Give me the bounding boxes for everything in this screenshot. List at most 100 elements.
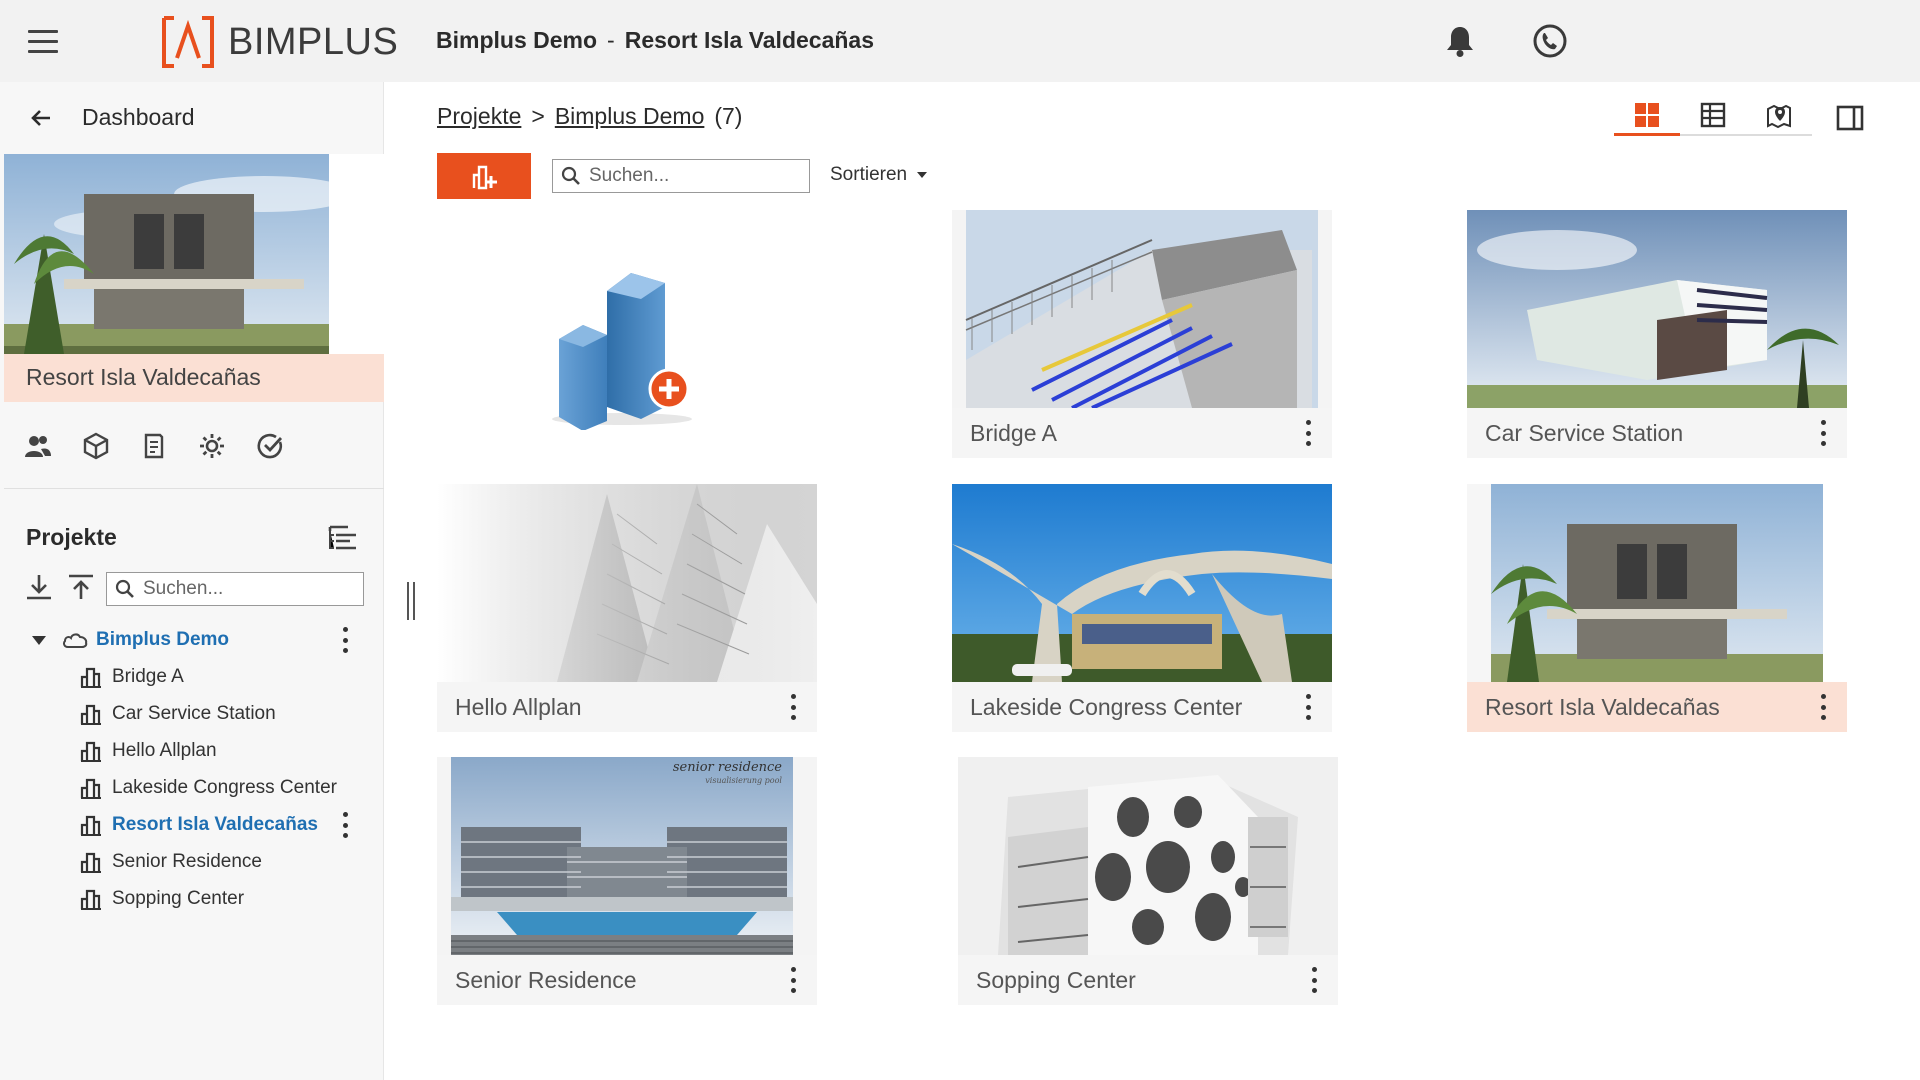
projects-heading: Projekte [26,524,117,550]
map-view-button[interactable] [1746,96,1812,136]
thumb-caption: senior residence [673,760,782,775]
tree-item-label: Resort Isla Valdecañas [112,813,318,835]
card-menu-icon[interactable] [789,694,797,720]
new-project-illustration [552,273,692,430]
project-card[interactable]: Hello Allplan [437,484,817,732]
project-card[interactable]: Sopping Center [958,757,1338,1005]
tree-item[interactable]: Lakeside Congress Center [0,769,384,806]
expand-all-icon[interactable] [24,572,54,602]
model-cube-icon[interactable] [82,432,110,460]
tree-item[interactable]: Resort Isla Valdecañas [0,806,384,843]
card-menu-icon[interactable] [1310,967,1318,993]
collapse-all-icon[interactable] [66,572,96,602]
search-icon [561,166,580,185]
table-view-icon [1700,102,1726,128]
tree-item[interactable]: Senior Residence [0,843,384,880]
card-menu-icon[interactable] [1819,420,1827,446]
bell-icon[interactable] [1444,24,1476,58]
arrow-left-icon [31,109,50,126]
sidebar-divider [4,488,384,489]
project-thumbnail [437,484,817,682]
phone-icon[interactable] [1532,23,1568,59]
building-icon [80,778,101,799]
tree-root-menu-icon[interactable] [341,627,349,653]
team-icon[interactable] [24,432,52,460]
project-card-title: Senior Residence [455,967,637,993]
header-subtitle: Resort Isla Valdecañas [624,27,875,53]
grid-view-button[interactable] [1614,96,1680,136]
card-menu-icon[interactable] [1819,694,1827,720]
current-project-name: Resort Isla Valdecañas [4,354,384,402]
top-bar: BIMPLUS Bimplus Demo - Resort Isla Valdeca… [0,0,1920,82]
project-card[interactable]: Bridge A [952,210,1332,458]
project-thumbnail [952,484,1332,682]
breadcrumb-current-link[interactable]: Bimplus Demo [555,103,705,130]
project-card[interactable]: senior residence visualisierung pool Sen… [437,757,817,1005]
project-thumbnail [952,210,1332,408]
project-card-caption: Sopping Center [958,955,1338,1005]
header-title: Bimplus Demo - Resort Isla Valdecañas [436,27,874,54]
add-project-button[interactable] [437,153,531,199]
tree-item[interactable]: Sopping Center [0,880,384,917]
card-menu-icon[interactable] [1304,420,1312,446]
project-card-title: Car Service Station [1485,420,1684,446]
tree-item-menu-icon[interactable] [341,812,349,838]
new-project-tile[interactable] [437,210,817,458]
menu-icon[interactable] [28,30,58,54]
tree-item[interactable]: Hello Allplan [0,732,384,769]
grid-view-icon [1635,102,1659,127]
back-label: Dashboard [82,104,195,130]
caret-down-icon[interactable] [32,635,46,645]
tree-item-label: Lakeside Congress Center [112,776,337,798]
sidebar-search-input[interactable] [143,578,353,600]
settings-gear-icon[interactable] [198,432,226,460]
bimplus-logo[interactable]: BIMPLUS [160,14,398,70]
table-view-button[interactable] [1680,96,1746,136]
project-thumbnail [1467,484,1847,682]
building-icon [80,815,101,836]
add-building-icon [472,165,497,190]
project-card-caption: Lakeside Congress Center [952,682,1332,732]
project-thumbnail: senior residence visualisierung pool [437,757,817,955]
cloud-icon [63,633,88,648]
tree-item[interactable]: Bridge A [0,658,384,695]
tree-root-bimplus-demo[interactable]: Bimplus Demo [0,622,384,658]
map-pin-icon [1767,104,1791,129]
breadcrumb-projects-link[interactable]: Projekte [437,103,521,130]
tree-item[interactable]: Car Service Station [0,695,384,732]
project-card[interactable]: Lakeside Congress Center [952,484,1332,732]
project-card-caption: Senior Residence [437,955,817,1005]
project-card-title: Hello Allplan [455,694,582,720]
building-icon [80,741,101,762]
thumb-subcaption: visualisierung pool [705,776,782,785]
sort-dropdown[interactable]: Sortieren [830,164,928,186]
project-thumbnail [958,757,1338,955]
project-thumbnail [1467,210,1847,408]
card-menu-icon[interactable] [789,967,797,993]
panel-toggle-icon[interactable] [1836,104,1864,132]
card-menu-icon[interactable] [1304,694,1312,720]
project-card-caption: Car Service Station [1467,408,1847,458]
logo-mark-icon [162,16,214,68]
project-search-input[interactable] [589,165,799,187]
breadcrumb: Projekte > Bimplus Demo (7) [437,103,742,130]
tree-filter-icon[interactable] [328,524,358,552]
back-to-dashboard[interactable]: Dashboard [30,104,195,131]
project-tree: Bimplus Demo Bridge A Car Service Station… [0,622,384,917]
tree-item-label: Sopping Center [112,887,245,909]
project-card[interactable]: Car Service Station [1467,210,1847,458]
check-circle-icon[interactable] [256,432,284,460]
tree-item-label: Senior Residence [112,850,262,872]
project-card-selected[interactable]: Resort Isla Valdecañas [1467,484,1847,732]
current-project-image [4,154,384,354]
sidebar-resize-handle[interactable] [407,582,415,620]
building-icon [80,667,101,688]
tree-tools [24,572,108,602]
document-icon[interactable] [140,432,168,460]
project-tools [24,432,284,460]
tree-item-label: Bridge A [112,665,184,687]
tree-item-label: Hello Allplan [112,739,217,761]
project-card-title: Lakeside Congress Center [970,694,1243,720]
project-card-title: Sopping Center [976,967,1136,993]
project-card-title: Bridge A [970,420,1057,446]
